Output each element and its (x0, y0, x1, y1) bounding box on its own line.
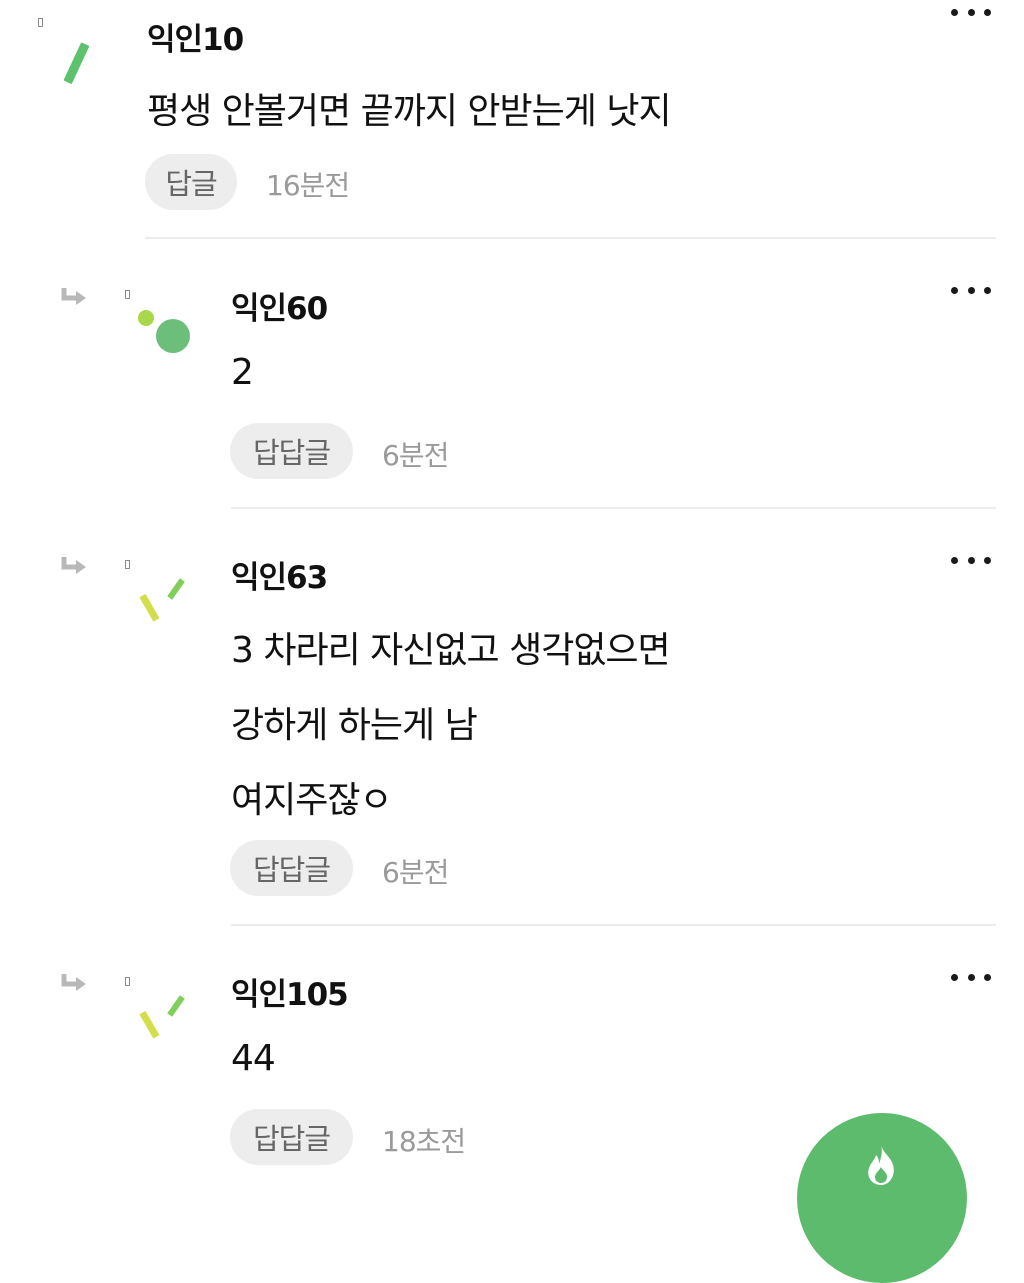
reply-arrow-icon (61, 557, 86, 574)
more-options-icon[interactable] (951, 554, 991, 566)
floating-action-button[interactable] (797, 1113, 967, 1283)
divider (231, 924, 996, 926)
more-options-icon[interactable] (951, 6, 991, 18)
reply-button[interactable]: 답답글 (230, 1109, 353, 1165)
comment-text: 3 차라리 자신없고 생각없으면 (231, 630, 671, 671)
comment-text: 강하게 하는게 남 (231, 705, 478, 746)
more-options-icon[interactable] (951, 971, 991, 983)
comment-item: 익인63 3 차라리 자신없고 생각없으면 강하게 하는게 남 여지주잖ㅇ 답답… (0, 510, 1024, 927)
comment-text: 평생 안볼거면 끝까지 안받는게 낫지 (147, 91, 672, 132)
reply-button[interactable]: 답글 (145, 154, 237, 210)
comment-author[interactable]: 익인60 (231, 283, 328, 328)
avatar[interactable] (52, 36, 112, 96)
divider (231, 507, 996, 509)
badge-icon (125, 977, 130, 986)
comment-text: 2 (231, 352, 254, 393)
badge-icon (38, 18, 43, 27)
reply-arrow-icon (61, 974, 86, 991)
comment-author[interactable]: 익인63 (231, 552, 328, 597)
avatar[interactable] (132, 304, 192, 364)
avatar[interactable] (132, 574, 192, 634)
comment-item: 익인10 평생 안볼거면 끝까지 안받는게 낫지 답글 16분전 (0, 0, 1024, 240)
comment-text: 여지주잖ㅇ (231, 780, 393, 821)
badge-icon (125, 560, 130, 569)
comment-time: 16분전 (266, 169, 350, 202)
comment-time: 6분전 (382, 856, 449, 889)
comment-time: 18초전 (382, 1125, 466, 1158)
comment-author[interactable]: 익인105 (231, 969, 349, 1014)
reply-arrow-icon (61, 288, 86, 305)
avatar[interactable] (132, 991, 192, 1051)
comment-item: 익인60 2 답답글 6분전 (0, 240, 1024, 510)
more-options-icon[interactable] (951, 284, 991, 296)
divider (145, 237, 996, 239)
fire-icon (868, 1145, 894, 1185)
reply-button[interactable]: 답답글 (230, 840, 353, 896)
reply-button[interactable]: 답답글 (230, 423, 353, 479)
badge-icon (125, 290, 130, 299)
comment-time: 6분전 (382, 439, 449, 472)
comment-author[interactable]: 익인10 (147, 14, 244, 59)
comment-text: 44 (231, 1038, 276, 1079)
